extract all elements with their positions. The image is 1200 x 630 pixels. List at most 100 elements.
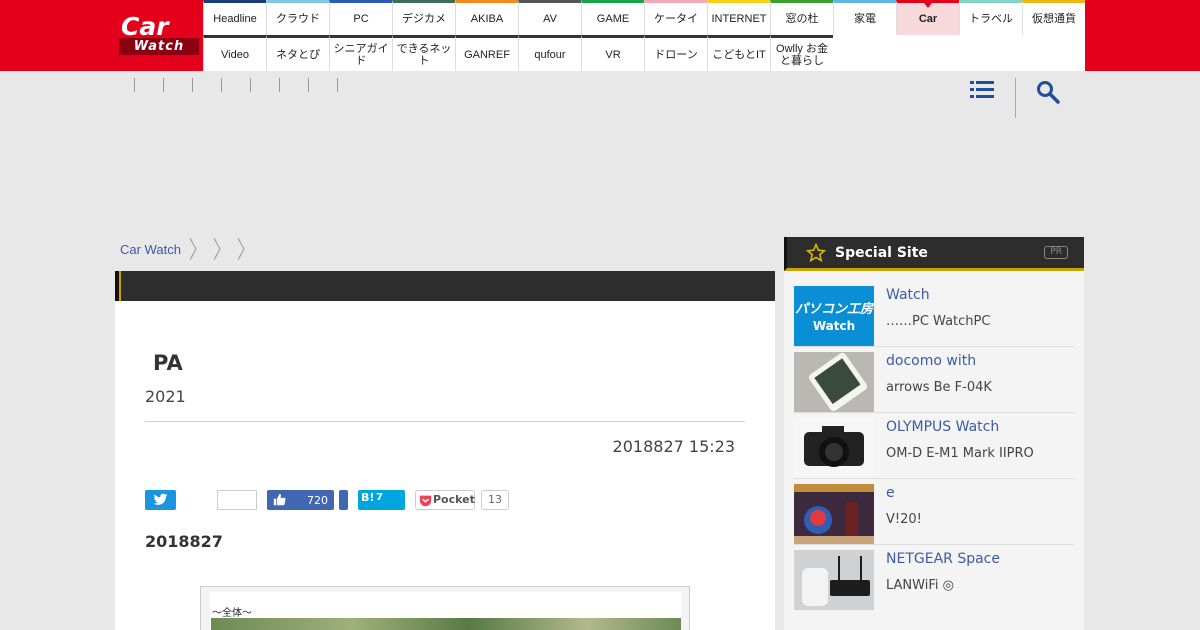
header-divider <box>1015 78 1016 118</box>
thumbs-up-icon <box>273 493 286 506</box>
car-watch-logo[interactable]: Car Watch <box>117 12 199 56</box>
special-site-title: OLYMPUS Watch <box>886 419 1000 435</box>
nav-item[interactable]: 家電 <box>833 0 896 35</box>
sub-nav-item[interactable] <box>279 78 308 92</box>
special-site-title: e <box>886 485 895 501</box>
article-header-bar <box>115 271 775 301</box>
pocket-button[interactable]: Pocket <box>415 490 475 510</box>
figure-inner: 〜全体〜 <box>210 592 681 630</box>
pocket-icon <box>419 495 432 507</box>
facebook-like-button[interactable]: 720 <box>267 490 334 510</box>
sidebar-title: Special Site <box>835 245 928 261</box>
sub-nav-item[interactable] <box>250 78 279 92</box>
special-site-item[interactable]: NETGEAR Space LANWiFi ◎ <box>794 545 1074 611</box>
article-date: 2018827 15:23 <box>612 437 735 456</box>
special-site-desc: LANWiFi ◎ <box>886 578 954 593</box>
site-nav-row-1: Headline クラウド PC デジカメ AKIBA AV GAME ケータイ INTERNE… <box>203 0 1085 35</box>
pc-logo-bottom: Watch <box>813 319 855 333</box>
share-bar: 720 B! 7 Pocket 13 <box>145 490 745 512</box>
nav-item[interactable]: 仮想通貨 <box>1022 0 1085 35</box>
nav-item[interactable]: GAME <box>581 0 644 35</box>
article-title: PA <box>153 351 183 375</box>
nav-item[interactable]: INTERNET <box>707 0 770 35</box>
logo-car-text: Car <box>121 12 169 41</box>
post-date: 2018827 <box>145 532 223 551</box>
article-main: PA 2021 2018827 15:23 720 B! 7 Pocket 13… <box>115 271 775 630</box>
nav-item[interactable]: ドローン <box>644 35 707 71</box>
nav-item[interactable]: シニアガイド <box>329 35 392 71</box>
nav-item[interactable]: VR <box>581 35 644 71</box>
star-icon <box>806 243 826 263</box>
sub-nav-item[interactable] <box>163 78 192 92</box>
pr-badge: PR <box>1044 246 1068 259</box>
pocket-label: Pocket <box>433 493 475 506</box>
sub-nav <box>134 78 366 92</box>
sidebar-header: Special Site PR <box>784 237 1084 271</box>
pocket-count: 13 <box>481 490 509 510</box>
nav-item[interactable]: こどもとIT <box>707 35 770 71</box>
nav-item[interactable]: qufour <box>518 35 581 71</box>
site-nav-row-2: Video ネタとぴ シニアガイド できるネット GANREF qufour VR ドローンこ… <box>203 35 1085 71</box>
nav-item[interactable]: ケータイ <box>644 0 707 35</box>
game-thumbnail <box>794 484 874 544</box>
logo-watch-text: Watch <box>119 38 199 55</box>
chevron-right-icon <box>189 238 197 260</box>
article-figure[interactable]: 〜全体〜 <box>200 586 690 630</box>
nav-item[interactable]: トラベル <box>959 0 1022 35</box>
sidebar: Special Site PR パソコン工房 Watch Watch ……PC … <box>784 237 1084 630</box>
pc-koubou-logo: パソコン工房 Watch <box>794 286 874 346</box>
article-subtitle: 2021 <box>145 387 186 406</box>
special-site-list: パソコン工房 Watch Watch ……PC WatchPC docomo w… <box>794 281 1074 611</box>
special-site-title: docomo with <box>886 353 977 369</box>
pc-logo-top: パソコン工房 <box>795 301 874 317</box>
nav-item[interactable]: AKIBA <box>455 0 518 35</box>
special-site-title: NETGEAR Space <box>886 551 1000 567</box>
breadcrumb: Car Watch <box>120 238 253 260</box>
sub-nav-item[interactable] <box>134 78 163 92</box>
nav-item[interactable]: クラウド <box>266 0 329 35</box>
sub-nav-item[interactable] <box>221 78 250 92</box>
nav-item[interactable]: ネタとぴ <box>266 35 329 71</box>
special-site-desc: OM-D E-M1 Mark IIPRO <box>886 446 1034 461</box>
search-icon[interactable] <box>1036 80 1060 104</box>
smartphone-thumbnail <box>794 352 874 412</box>
site-nav: Headline クラウド PC デジカメ AKIBA AV GAME ケータイ INTERNE… <box>203 0 1085 71</box>
chevron-right-icon <box>213 238 221 260</box>
nav-item[interactable]: Car <box>896 0 959 35</box>
nav-item[interactable]: できるネット <box>392 35 455 71</box>
twitter-share-button[interactable] <box>145 490 176 510</box>
twitter-count-box <box>217 490 257 510</box>
nav-item[interactable]: Video <box>203 35 266 71</box>
sub-nav-item[interactable] <box>192 78 221 92</box>
special-site-desc: arrows Be F-04K <box>886 380 992 395</box>
router-thumbnail <box>794 550 874 610</box>
breadcrumb-home[interactable]: Car Watch <box>120 242 181 257</box>
special-site-item[interactable]: docomo with arrows Be F-04K <box>794 347 1074 413</box>
special-site-item[interactable]: パソコン工房 Watch Watch ……PC WatchPC <box>794 281 1074 347</box>
hatena-count: 7 <box>376 492 383 503</box>
facebook-share-button[interactable] <box>339 490 348 510</box>
special-site-desc: V!20! <box>886 512 922 527</box>
nav-item[interactable]: Headline <box>203 0 266 35</box>
nav-item[interactable]: AV <box>518 0 581 35</box>
figure-image <box>211 618 681 630</box>
nav-item[interactable]: GANREF <box>455 35 518 71</box>
hatena-label: B! <box>361 491 375 504</box>
twitter-icon <box>153 493 168 505</box>
facebook-like-count: 720 <box>307 494 328 507</box>
nav-item[interactable]: Owlly お金と暮らし <box>770 35 833 71</box>
special-site-title: Watch <box>886 287 930 303</box>
divider <box>145 421 745 422</box>
special-site-desc: ……PC WatchPC <box>886 314 991 329</box>
menu-icon[interactable] <box>970 80 994 100</box>
nav-item[interactable]: デジカメ <box>392 0 455 35</box>
chevron-right-icon <box>237 238 245 260</box>
hatena-bookmark-button[interactable]: B! 7 <box>358 490 405 510</box>
figure-caption: 〜全体〜 <box>212 608 252 619</box>
special-site-item[interactable]: e V!20! <box>794 479 1074 545</box>
special-site-item[interactable]: OLYMPUS Watch OM-D E-M1 Mark IIPRO <box>794 413 1074 479</box>
nav-item[interactable]: PC <box>329 0 392 35</box>
sub-nav-item[interactable] <box>308 78 337 92</box>
nav-item[interactable]: 窓の杜 <box>770 0 833 35</box>
sub-nav-item[interactable] <box>337 78 366 92</box>
